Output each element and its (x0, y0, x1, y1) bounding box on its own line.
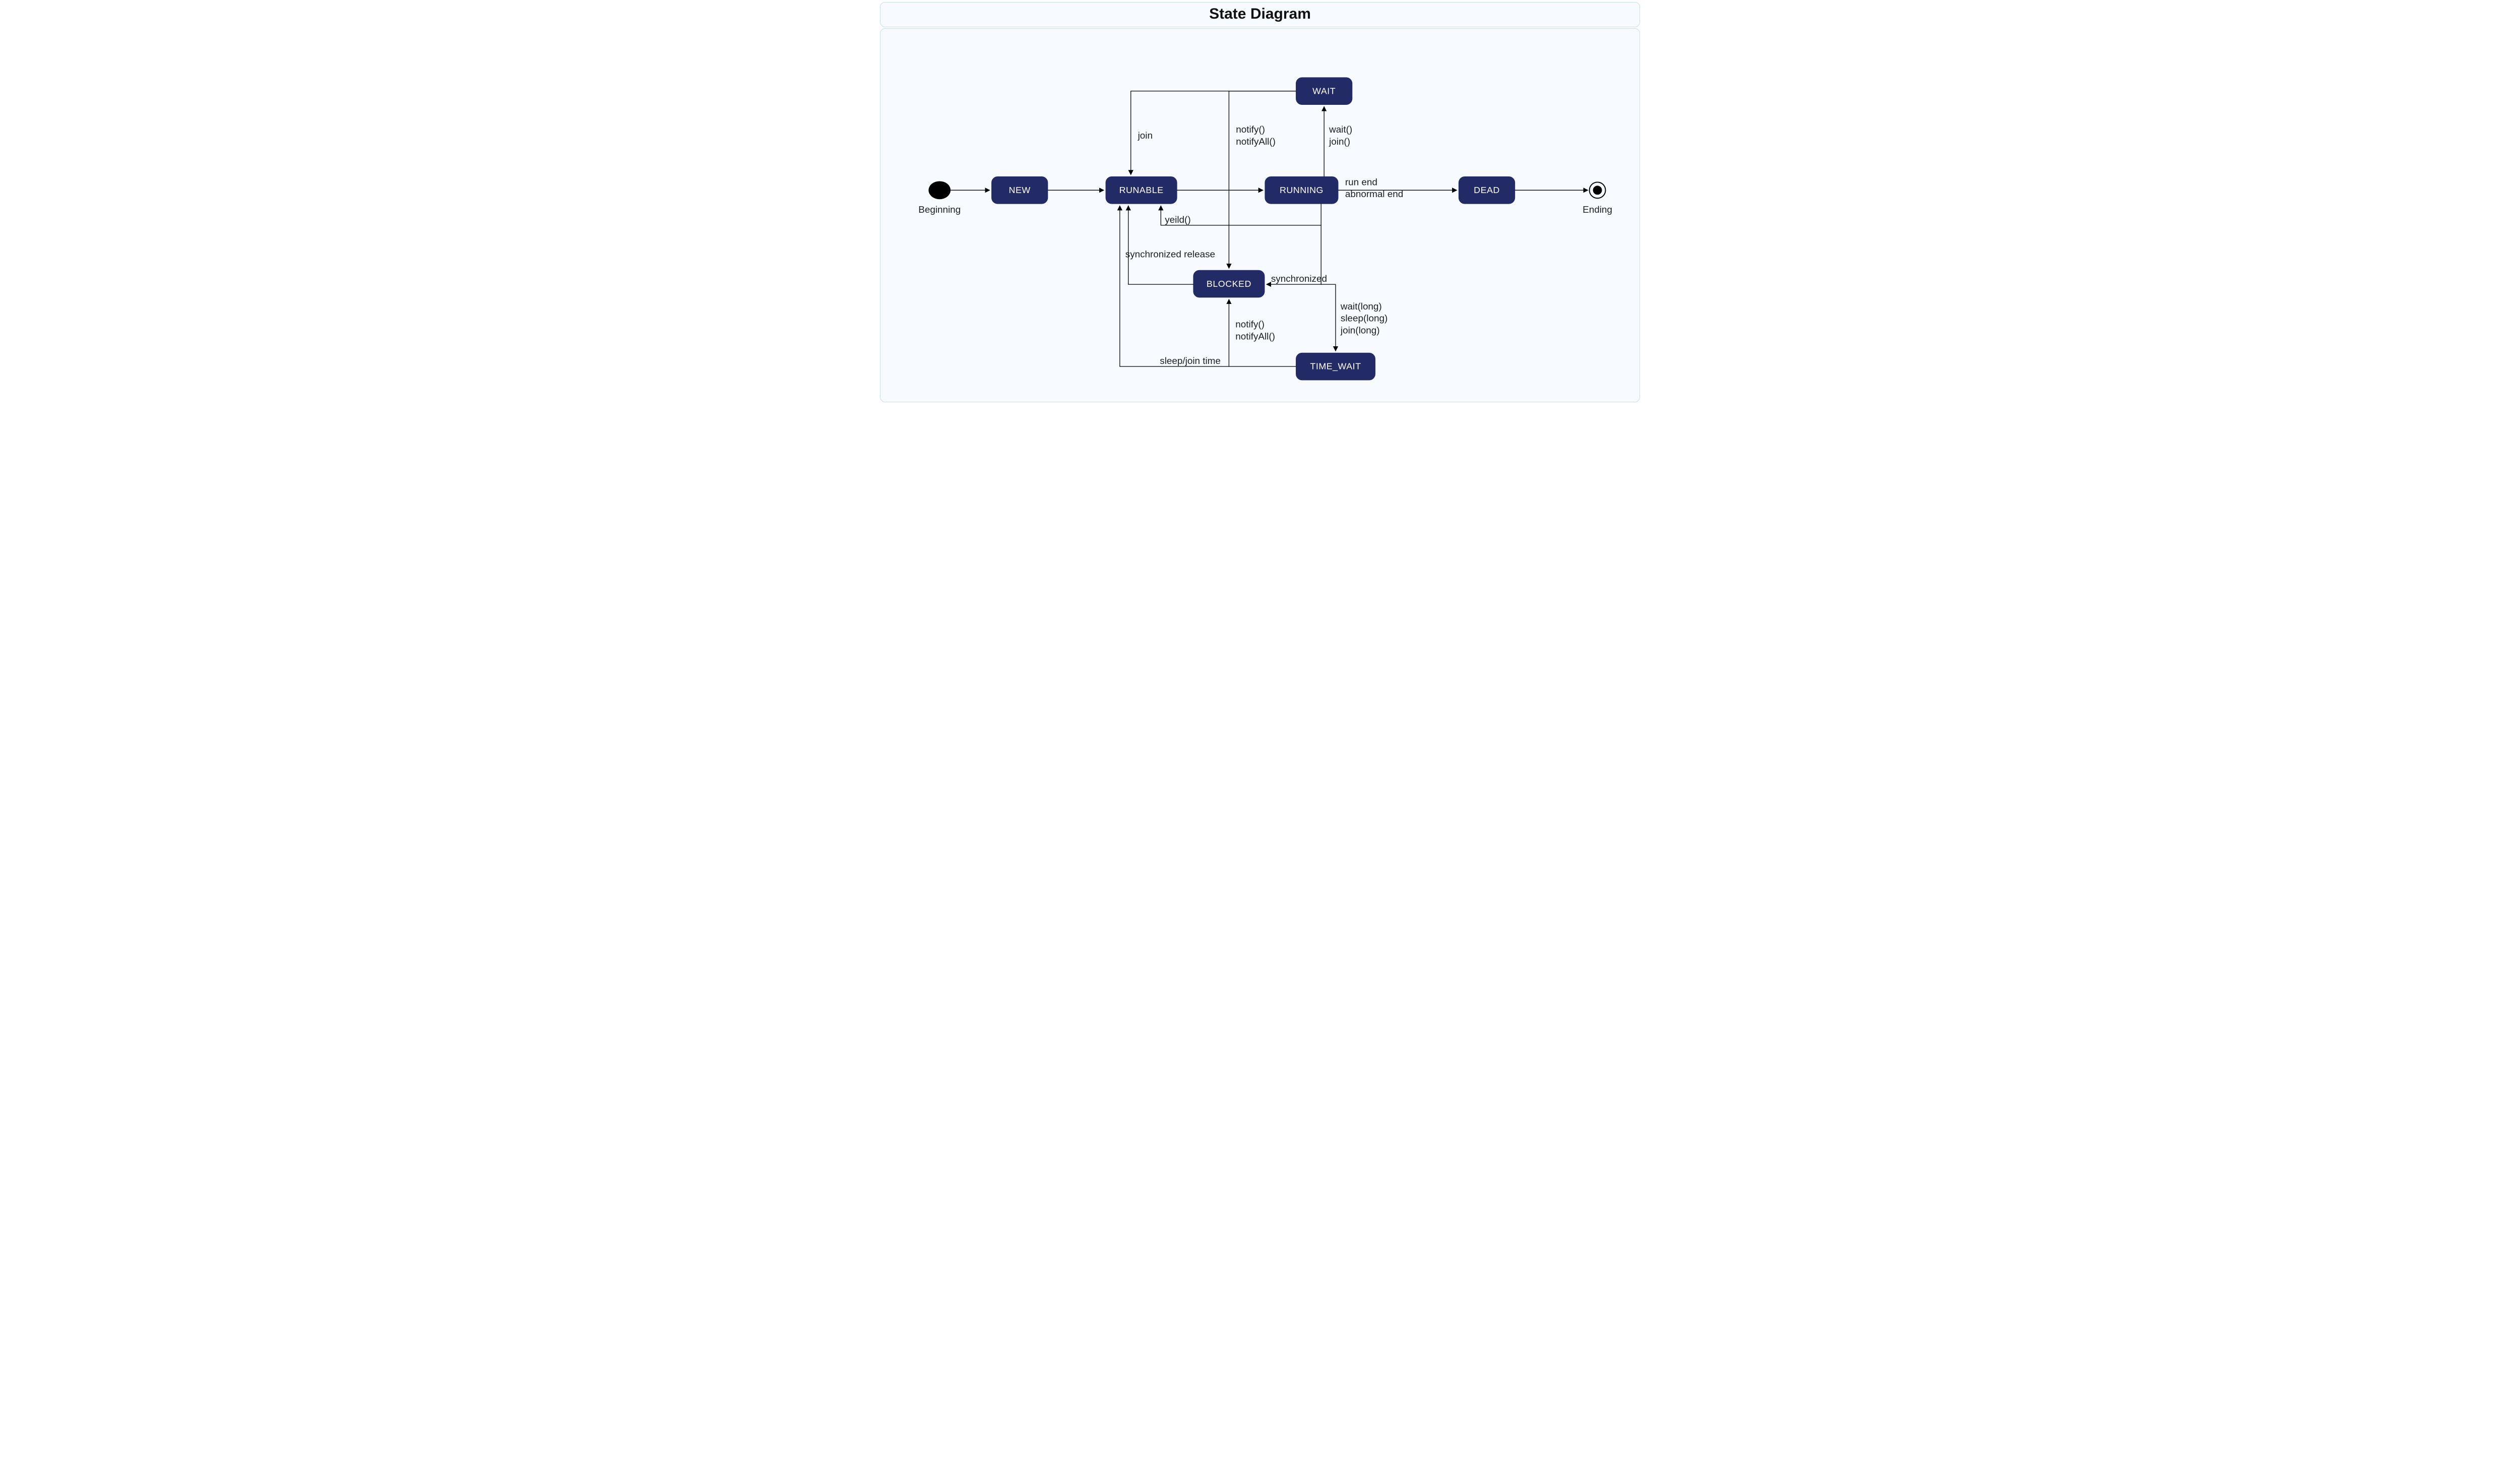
edge-running-to-runable-branch (1265, 204, 1321, 225)
edge-label-timewait-to-runable: sleep/join time (1160, 355, 1221, 366)
edge-label-wait-to-blocked-1: notify() (1236, 124, 1265, 135)
edge-label-running-to-wait-1: wait() (1329, 124, 1352, 135)
svg-text:RUNABLE: RUNABLE (1119, 185, 1164, 195)
final-state: Ending (1583, 182, 1612, 215)
edge-label-running-to-dead-2: abnormal end (1345, 189, 1403, 199)
state-new: NEW (992, 177, 1048, 204)
svg-text:RUNNING: RUNNING (1280, 185, 1324, 195)
svg-text:DEAD: DEAD (1474, 185, 1500, 195)
edge-label-running-to-timewait-3: join(long) (1340, 325, 1380, 335)
edge-label-wait-to-blocked-2: notifyAll() (1236, 136, 1276, 147)
svg-text:BLOCKED: BLOCKED (1207, 279, 1251, 289)
edge-label-running-to-wait-2: join() (1329, 136, 1350, 147)
edge-label-timewait-to-blocked-2: notifyAll() (1235, 331, 1275, 341)
state-running: RUNNING (1265, 177, 1338, 204)
state-blocked: BLOCKED (1193, 270, 1265, 297)
svg-text:Ending: Ending (1583, 204, 1612, 215)
state-runable: RUNABLE (1106, 177, 1177, 204)
diagram-canvas: Beginning Ending NEW RUNABLE RUNNING (880, 28, 1640, 402)
edge-label-running-to-timewait-1: wait(long) (1340, 301, 1382, 312)
state-dead: DEAD (1459, 177, 1515, 204)
edge-label-wait-to-runable: join (1138, 130, 1153, 141)
edge-label-running-to-blocked: synchronized (1271, 273, 1327, 284)
svg-text:WAIT: WAIT (1312, 86, 1336, 96)
edge-label-blocked-to-runable: synchronized release (1125, 249, 1215, 259)
initial-state: Beginning (918, 181, 961, 215)
svg-text:Beginning: Beginning (918, 204, 961, 215)
svg-text:TIME_WAIT: TIME_WAIT (1310, 361, 1361, 372)
edge-label-running-to-runable: yeild() (1165, 214, 1190, 225)
svg-text:NEW: NEW (1009, 185, 1031, 195)
edge-label-running-to-timewait-2: sleep(long) (1341, 313, 1388, 324)
edge-label-timewait-to-blocked-1: notify() (1235, 319, 1265, 330)
state-wait: WAIT (1296, 78, 1352, 105)
edge-wait-to-blocked-branch (1229, 91, 1296, 105)
diagram-title: State Diagram (880, 2, 1640, 27)
edge-wait-to-runable (1131, 91, 1296, 175)
state-timewait: TIME_WAIT (1296, 353, 1375, 380)
edge-label-running-to-dead-1: run end (1345, 176, 1377, 187)
